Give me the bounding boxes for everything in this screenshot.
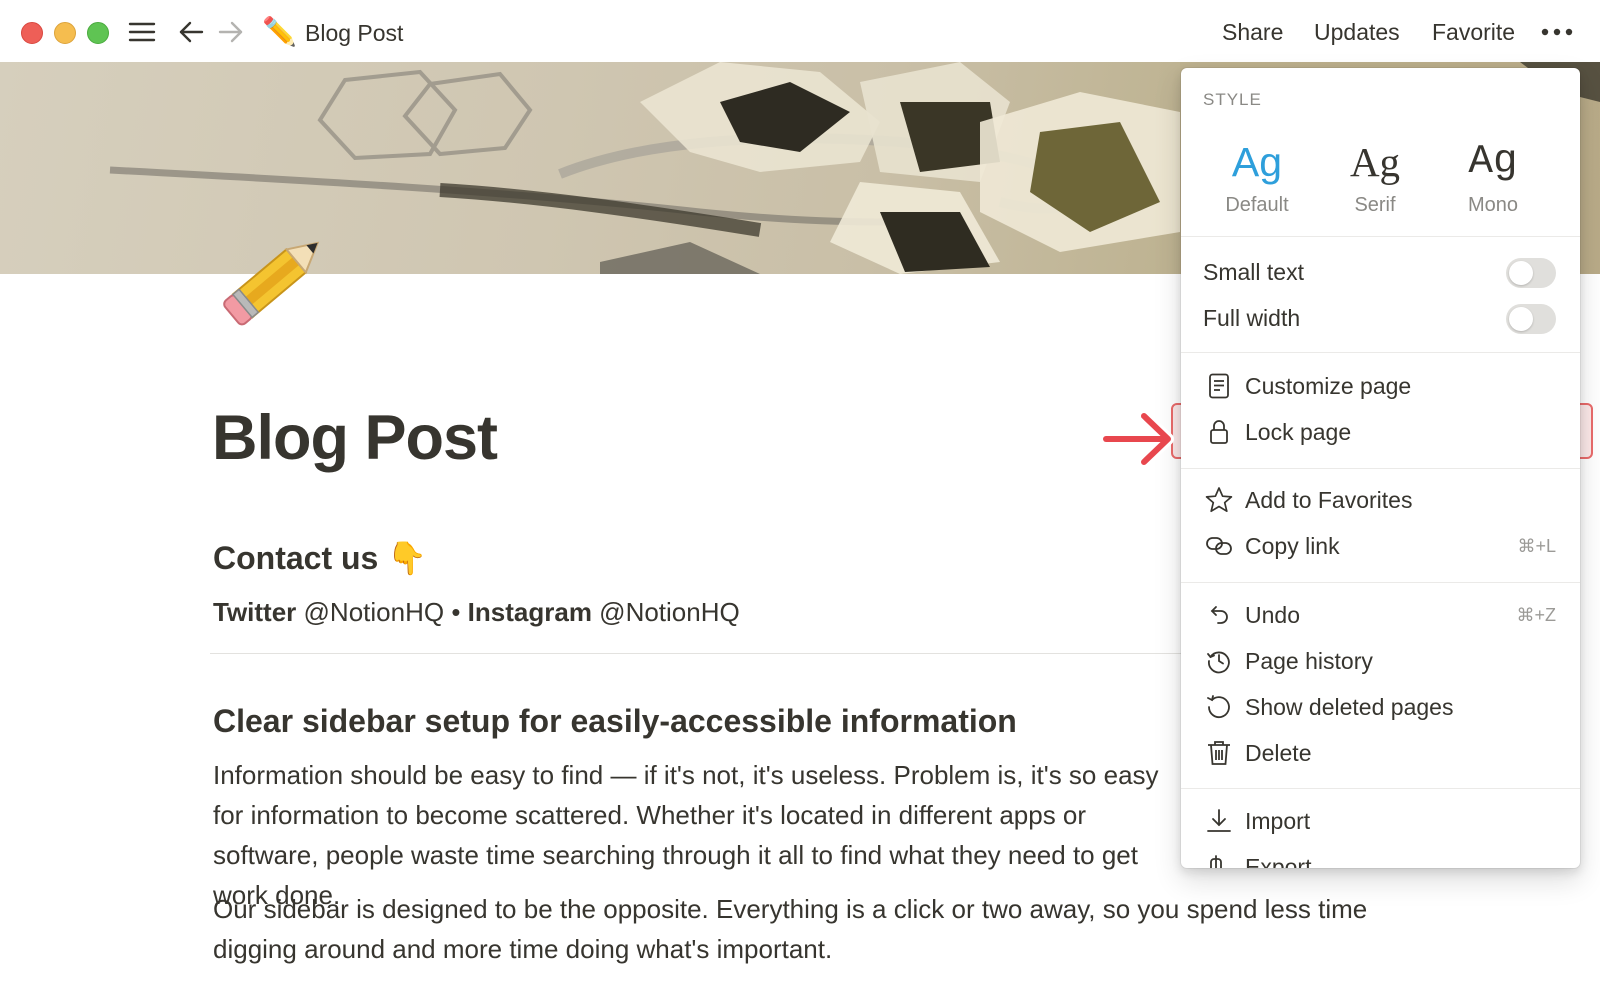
full-width-toggle[interactable] (1506, 304, 1556, 334)
copy-link-item[interactable]: Copy link ⌘+L (1181, 524, 1580, 568)
page-history-item[interactable]: Page history (1181, 639, 1580, 683)
menu-separator (1181, 582, 1580, 583)
close-window-button[interactable] (21, 22, 43, 44)
font-name-serif: Serif (1354, 194, 1396, 216)
contact-line: Twitter @NotionHQ • Instagram @NotionHQ (213, 596, 740, 628)
menu-separator (1181, 788, 1580, 789)
twitter-label: Twitter (213, 597, 297, 627)
contact-heading[interactable]: Contact us 👇 (213, 537, 427, 579)
annotation-arrow-icon (1100, 410, 1174, 468)
twitter-handle-link[interactable]: @NotionHQ (304, 597, 445, 627)
export-label: Export (1245, 853, 1312, 869)
forward-arrow-icon[interactable] (216, 16, 246, 48)
more-options-icon[interactable] (1540, 20, 1574, 44)
import-item[interactable]: Import (1181, 799, 1580, 843)
document-icon (1205, 372, 1233, 400)
show-deleted-pages-label: Show deleted pages (1245, 693, 1454, 720)
font-option-mono[interactable]: Ag Mono (1438, 134, 1548, 217)
customize-page-label: Customize page (1245, 372, 1412, 399)
undo-icon (1205, 601, 1233, 629)
menu-separator (1181, 352, 1580, 353)
delete-item[interactable]: Delete (1181, 731, 1580, 775)
top-bar: ✏️ Blog Post Share Updates Favorite (0, 0, 1600, 64)
section-heading[interactable]: Clear sidebar setup for easily-accessibl… (213, 700, 1017, 742)
undo-shortcut: ⌘+Z (1516, 604, 1556, 625)
font-option-default[interactable]: Ag Default (1202, 134, 1312, 217)
font-sample-mono: Ag (1468, 139, 1518, 185)
breadcrumb-page-title[interactable]: Blog Post (305, 19, 403, 47)
link-icon (1205, 532, 1233, 560)
updates-button[interactable]: Updates (1314, 17, 1400, 47)
lock-icon (1205, 418, 1233, 446)
undo-label: Undo (1245, 601, 1300, 628)
zoom-window-button[interactable] (87, 22, 109, 44)
breadcrumb-page-emoji[interactable]: ✏️ (262, 15, 297, 49)
copy-link-label: Copy link (1245, 532, 1340, 559)
font-sample-default: Ag (1231, 139, 1283, 185)
customize-page-item[interactable]: Customize page (1181, 364, 1580, 408)
history-icon (1205, 647, 1233, 675)
contact-separator: • (451, 597, 461, 627)
import-label: Import (1245, 807, 1311, 834)
favorite-button[interactable]: Favorite (1432, 17, 1515, 47)
font-name-default: Default (1225, 194, 1289, 216)
delete-label: Delete (1245, 739, 1312, 766)
copy-link-shortcut: ⌘+L (1517, 535, 1556, 556)
paragraph-2[interactable]: Our sidebar is designed to be the opposi… (213, 889, 1368, 969)
small-text-toggle[interactable] (1506, 258, 1556, 288)
share-button[interactable]: Share (1222, 17, 1283, 47)
full-width-row[interactable]: Full width (1181, 296, 1580, 340)
page-history-label: Page history (1245, 647, 1373, 674)
instagram-label: Instagram (467, 597, 592, 627)
show-deleted-pages-item[interactable]: Show deleted pages (1181, 685, 1580, 729)
font-sample-serif: Ag (1349, 139, 1401, 185)
restore-icon (1205, 693, 1233, 721)
menu-separator (1181, 236, 1580, 237)
import-icon (1205, 807, 1233, 835)
hamburger-menu-icon[interactable] (126, 16, 158, 48)
add-to-favorites-label: Add to Favorites (1245, 486, 1413, 513)
full-width-label: Full width (1203, 304, 1301, 331)
minimize-window-button[interactable] (54, 22, 76, 44)
page-options-menu: STYLE Ag Default Ag Serif Ag Mono Small … (1181, 68, 1580, 868)
small-text-row[interactable]: Small text (1181, 250, 1580, 294)
back-arrow-icon[interactable] (176, 16, 206, 48)
trash-icon (1205, 739, 1233, 767)
font-name-mono: Mono (1467, 194, 1519, 216)
lock-page-item[interactable]: Lock page (1181, 410, 1580, 454)
style-section-label: STYLE (1203, 90, 1262, 109)
undo-item[interactable]: Undo ⌘+Z (1181, 593, 1580, 637)
add-to-favorites-item[interactable]: Add to Favorites (1181, 478, 1580, 522)
divider (210, 653, 1190, 654)
export-icon (1205, 853, 1233, 868)
menu-separator (1181, 468, 1580, 469)
lock-page-label: Lock page (1245, 418, 1352, 445)
small-text-label: Small text (1203, 258, 1304, 285)
instagram-handle-link[interactable]: @NotionHQ (599, 597, 740, 627)
star-icon (1205, 486, 1233, 514)
page-title[interactable]: Blog Post (212, 398, 498, 478)
pencil-icon[interactable] (212, 212, 342, 342)
font-option-serif[interactable]: Ag Serif (1320, 134, 1430, 217)
export-item[interactable]: Export (1181, 845, 1580, 868)
